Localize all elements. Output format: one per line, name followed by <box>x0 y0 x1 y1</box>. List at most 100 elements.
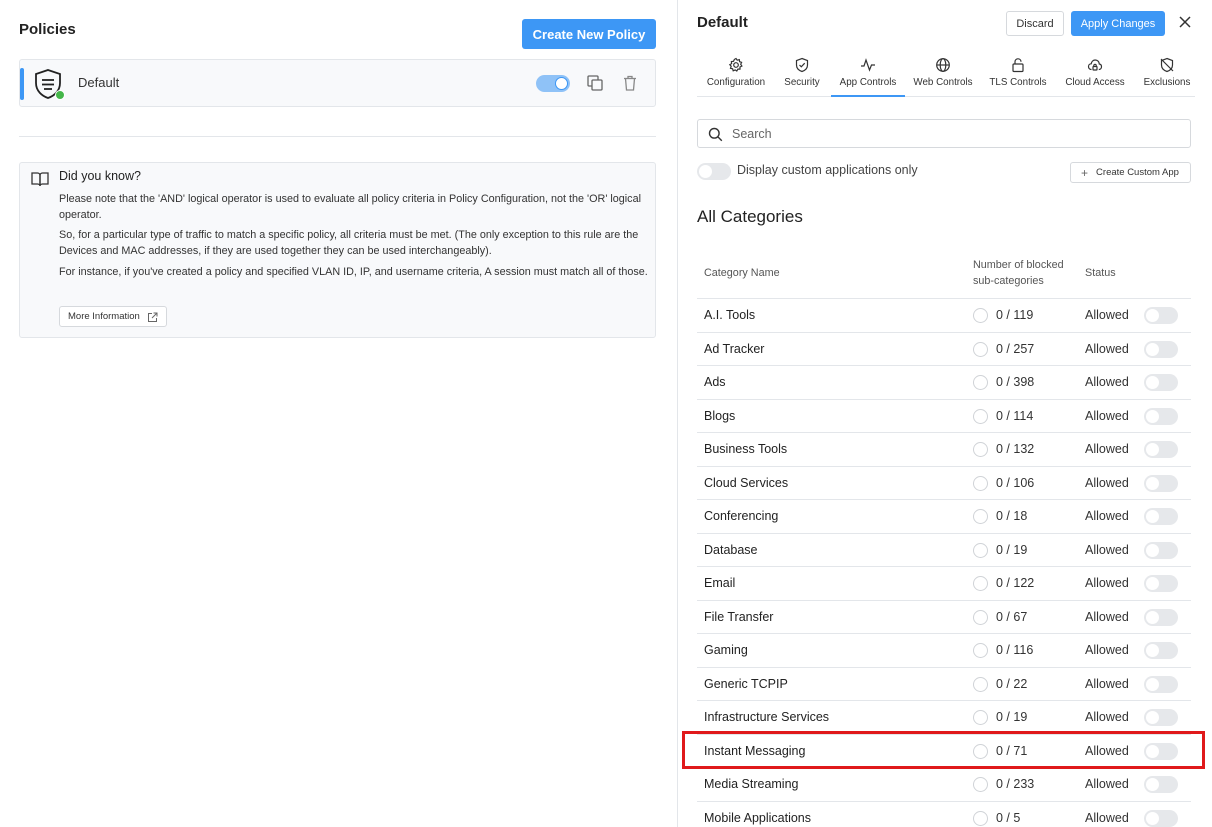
table-row[interactable]: Database 0 / 19 Allowed <box>697 534 1191 567</box>
table-row[interactable]: Instant Messaging 0 / 71 Allowed <box>697 735 1191 768</box>
discard-button[interactable]: Discard <box>1006 11 1064 36</box>
table-row[interactable]: Blogs 0 / 114 Allowed <box>697 400 1191 433</box>
status-text: Allowed <box>1085 542 1129 557</box>
page-title: Policies <box>19 21 76 38</box>
block-toggle[interactable] <box>1144 809 1178 827</box>
category-name: Generic TCPIP <box>704 676 788 691</box>
blocked-status-circle-icon <box>973 509 988 524</box>
blocked-count: 0 / 5 <box>996 810 1021 825</box>
search-box[interactable] <box>697 119 1191 148</box>
tab-cloud-access[interactable]: Cloud Access <box>1060 55 1130 97</box>
status-text: Allowed <box>1085 475 1129 490</box>
blocked-count: 0 / 132 <box>996 442 1035 456</box>
table-row[interactable]: Gaming 0 / 116 Allowed <box>697 634 1191 668</box>
more-information-button[interactable]: More Information <box>59 306 167 327</box>
info-heading: Did you know? <box>59 169 141 183</box>
block-toggle[interactable] <box>1144 742 1178 760</box>
status-text: Allowed <box>1085 777 1129 791</box>
block-toggle[interactable] <box>1144 541 1178 559</box>
block-toggle[interactable] <box>1144 407 1178 425</box>
blocked-status-circle-icon <box>973 710 988 725</box>
table-row[interactable]: File Transfer 0 / 67 Allowed <box>697 601 1191 634</box>
category-name: Ad Tracker <box>704 341 765 356</box>
block-toggle[interactable] <box>1144 340 1178 358</box>
table-row[interactable]: Ads 0 / 398 Allowed <box>697 366 1191 400</box>
category-name: Infrastructure Services <box>704 710 830 724</box>
tab-label: Cloud Access <box>1065 77 1125 88</box>
policies-panel: Policies Create New Policy Default Did y… <box>0 0 676 827</box>
info-paragraph: For instance, if you've created a policy… <box>59 266 648 278</box>
tab-label: Exclusions <box>1143 77 1191 88</box>
table-row[interactable]: Generic TCPIP 0 / 22 Allowed <box>697 668 1191 701</box>
table-row[interactable]: Ad Tracker 0 / 257 Allowed <box>697 333 1191 366</box>
create-custom-app-button[interactable]: + Create Custom App <box>1070 162 1191 183</box>
create-new-policy-button[interactable]: Create New Policy <box>522 19 656 49</box>
category-name: Email <box>704 576 736 590</box>
blocked-count: 0 / 18 <box>996 509 1028 523</box>
table-row[interactable]: Conferencing 0 / 18 Allowed <box>697 500 1191 534</box>
table-row[interactable]: Email 0 / 122 Allowed <box>697 567 1191 601</box>
block-toggle[interactable] <box>1144 709 1178 726</box>
table-body: A.I. Tools 0 / 119 Allowed Ad Tracker 0 / 25… <box>697 299 1191 827</box>
tab-label: Web Controls <box>913 77 973 88</box>
table-row[interactable]: Cloud Services 0 / 106 Allowed <box>697 467 1191 500</box>
panel-title: Default <box>697 14 748 31</box>
status-text: Allowed <box>1085 375 1129 389</box>
blocked-count: 0 / 71 <box>996 743 1028 758</box>
tab-web-controls[interactable]: Web Controls <box>910 55 976 97</box>
globe-icon <box>935 57 951 73</box>
block-toggle[interactable] <box>1144 474 1178 492</box>
block-toggle[interactable] <box>1144 776 1178 793</box>
status-online-dot <box>55 90 65 100</box>
custom-apps-only-toggle[interactable] <box>697 163 731 180</box>
status-text: Allowed <box>1085 609 1129 624</box>
block-toggle[interactable] <box>1144 441 1178 458</box>
blocked-status-circle-icon <box>973 777 988 792</box>
blocked-count: 0 / 67 <box>996 609 1028 624</box>
blocked-status-circle-icon <box>973 308 988 323</box>
blocked-count: 0 / 22 <box>996 676 1028 691</box>
close-icon[interactable] <box>1178 15 1192 29</box>
block-toggle[interactable] <box>1144 374 1178 391</box>
copy-icon[interactable] <box>586 74 604 92</box>
apply-changes-button[interactable]: Apply Changes <box>1071 11 1165 36</box>
blocked-status-circle-icon <box>973 676 988 692</box>
blocked-count: 0 / 122 <box>996 576 1035 590</box>
block-toggle[interactable] <box>1144 508 1178 525</box>
book-icon <box>31 171 49 187</box>
block-toggle[interactable] <box>1144 307 1178 324</box>
table-row[interactable]: Mobile Applications 0 / 5 Allowed <box>697 802 1191 827</box>
blocked-status-circle-icon <box>973 341 988 357</box>
block-toggle[interactable] <box>1144 608 1178 626</box>
status-text: Allowed <box>1085 676 1129 691</box>
shield-off-icon <box>1159 57 1175 73</box>
status-text: Allowed <box>1085 308 1129 322</box>
table-row[interactable]: Business Tools 0 / 132 Allowed <box>697 433 1191 467</box>
column-header-category-name: Category Name <box>704 267 780 279</box>
tab-security[interactable]: Security <box>778 55 826 97</box>
policy-item-default[interactable]: Default <box>19 59 656 107</box>
blocked-status-circle-icon <box>973 576 988 591</box>
cloud-lock-icon <box>1087 57 1103 73</box>
block-toggle[interactable] <box>1144 575 1178 592</box>
categories-table: Category Name Number of blocked sub-cate… <box>697 255 1191 827</box>
category-name: Ads <box>704 375 726 389</box>
blocked-count: 0 / 233 <box>996 777 1035 791</box>
trash-icon[interactable] <box>621 74 639 92</box>
blocked-status-circle-icon <box>973 743 988 759</box>
tab-configuration[interactable]: Configuration <box>697 55 775 97</box>
tab-exclusions[interactable]: Exclusions <box>1139 55 1195 97</box>
table-row[interactable]: A.I. Tools 0 / 119 Allowed <box>697 299 1191 333</box>
external-link-icon <box>147 311 158 322</box>
category-name: Conferencing <box>704 509 779 523</box>
tab-tls-controls[interactable]: TLS Controls <box>985 55 1051 97</box>
block-toggle[interactable] <box>1144 675 1178 693</box>
table-row[interactable]: Media Streaming 0 / 233 Allowed <box>697 768 1191 802</box>
table-row[interactable]: Infrastructure Services 0 / 19 Allowed <box>697 701 1191 735</box>
block-toggle[interactable] <box>1144 642 1178 659</box>
policy-enable-toggle[interactable] <box>536 75 570 92</box>
tab-app-controls[interactable]: App Controls <box>831 55 905 97</box>
blocked-status-circle-icon <box>973 475 988 491</box>
search-input[interactable] <box>732 125 1172 143</box>
blocked-count: 0 / 114 <box>996 408 1034 423</box>
